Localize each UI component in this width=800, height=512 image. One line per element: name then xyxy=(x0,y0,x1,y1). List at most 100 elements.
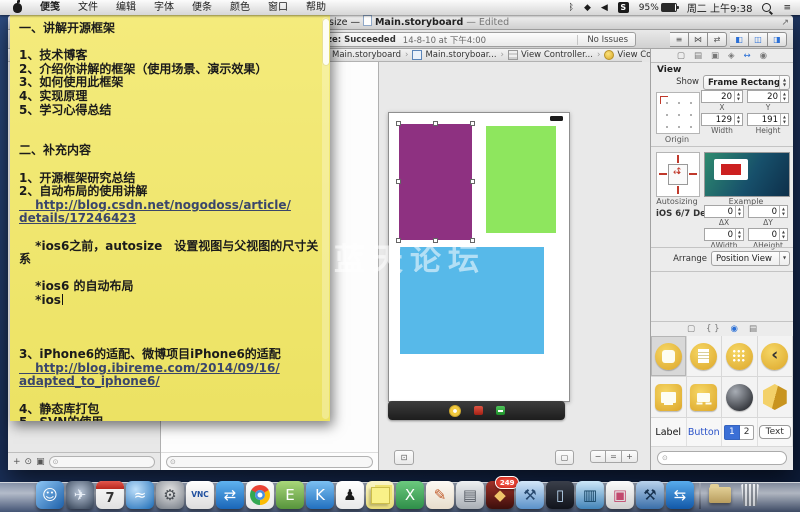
library-object[interactable] xyxy=(722,336,758,377)
inspector-tab[interactable]: ▣ xyxy=(711,51,719,61)
view-toggle-button[interactable]: ◧ xyxy=(730,32,749,47)
view-toggle-button[interactable]: ◨ xyxy=(768,32,787,47)
arrange-dropdown[interactable]: Position View ▼ xyxy=(711,251,790,266)
breadcrumb-item[interactable]: View Controller... xyxy=(508,50,604,60)
field-value[interactable]: 0 xyxy=(705,207,735,217)
selection-handle[interactable] xyxy=(396,179,401,184)
notification-center-icon[interactable]: ≡ xyxy=(778,3,796,13)
selection-handle[interactable] xyxy=(433,238,438,243)
fullscreen-icon[interactable]: ↗ xyxy=(781,16,789,30)
dock-app-icon[interactable]: ⇄ xyxy=(216,481,244,509)
interface-builder-canvas[interactable]: ⊡ ▢ − = + xyxy=(379,62,650,470)
library-object-textfield[interactable]: Text xyxy=(758,418,794,446)
library-object[interactable] xyxy=(651,336,687,377)
menu-item[interactable]: 便笺 xyxy=(31,0,69,15)
zoom-in-button[interactable]: + xyxy=(622,450,638,463)
add-button[interactable]: + xyxy=(13,457,21,467)
selection-handle[interactable] xyxy=(470,121,475,126)
inspector-tab[interactable]: ◉ xyxy=(760,51,767,61)
volume-icon[interactable]: ◀ xyxy=(596,3,613,13)
field-value[interactable]: 20 xyxy=(748,92,780,102)
library-object[interactable] xyxy=(687,377,723,418)
dock-app-icon[interactable] xyxy=(706,481,734,509)
stepper-icon[interactable] xyxy=(780,91,788,102)
dock-app-icon[interactable]: ⇆ xyxy=(666,481,694,509)
navigator-filter-field[interactable]: ⊙ xyxy=(49,456,155,468)
menu-clock[interactable]: 周二 上午9:38 xyxy=(682,0,758,15)
dock-app-icon[interactable]: ◆ 249 xyxy=(486,481,514,509)
library-tab[interactable]: ▢ xyxy=(687,324,695,334)
library-object-button[interactable]: Button xyxy=(687,418,723,446)
dock-app-icon[interactable]: ≈ xyxy=(126,481,154,509)
menu-item[interactable]: 帮助 xyxy=(297,0,335,15)
library-object[interactable] xyxy=(651,377,687,418)
selection-handle[interactable] xyxy=(396,238,401,243)
stickies-note[interactable]: 一、讲解开源框架1、技术博客2、介绍你讲解的框架（使用场景、演示效果）3、如何使… xyxy=(10,14,330,421)
breadcrumb-item[interactable]: Main.storyboard xyxy=(332,50,412,60)
library-tab[interactable]: ▤ xyxy=(749,324,757,334)
zoom-fit-button[interactable]: = xyxy=(606,450,622,463)
inspector-tab[interactable]: ▤ xyxy=(694,51,702,61)
scm-filter-icon[interactable]: ▣ xyxy=(36,457,45,467)
library-tab[interactable]: ◉ xyxy=(731,324,738,334)
editor-mode-button[interactable]: ≡ xyxy=(670,32,689,47)
zoom-out-button[interactable]: − xyxy=(590,450,606,463)
field-value[interactable]: 20 xyxy=(702,92,734,102)
resize-canvas-button[interactable]: ⊡ xyxy=(394,450,414,465)
dock-app-icon[interactable]: ⚒ xyxy=(516,481,544,509)
sticky-scrollbar-thumb[interactable] xyxy=(323,19,329,65)
spotlight-icon[interactable] xyxy=(757,3,778,12)
field-value[interactable]: 191 xyxy=(748,115,780,125)
sticky-scrollbar[interactable] xyxy=(322,17,329,419)
input-method-icon[interactable]: ◆ xyxy=(579,3,596,13)
library-object[interactable] xyxy=(687,336,723,377)
menu-item[interactable]: 字体 xyxy=(145,0,183,15)
dock-app-icon[interactable] xyxy=(246,481,274,509)
field-value[interactable]: 129 xyxy=(702,115,734,125)
library-tab[interactable]: { } xyxy=(706,324,720,334)
sticky-note-text[interactable]: 一、讲解开源框架1、技术博客2、介绍你讲解的框架（使用场景、演示效果）3、如何使… xyxy=(19,22,318,421)
autosizing-widget[interactable]: ↔↕ xyxy=(656,152,700,197)
library-object[interactable] xyxy=(758,336,794,377)
first-responder-icon[interactable] xyxy=(474,406,483,415)
dock-app-icon[interactable]: ✎ xyxy=(426,481,454,509)
battery-status[interactable]: 95% xyxy=(634,3,682,13)
apple-menu-icon[interactable] xyxy=(13,3,22,13)
selection-handle[interactable] xyxy=(470,238,475,243)
exit-segue-icon[interactable] xyxy=(496,406,505,415)
library-object[interactable] xyxy=(758,377,794,418)
inspector-tab[interactable]: ↔ xyxy=(744,51,751,61)
editor-mode-button[interactable]: ⋈ xyxy=(689,32,708,47)
dock-app-icon[interactable] xyxy=(366,481,394,509)
dock-app-icon[interactable] xyxy=(699,482,701,509)
show-dropdown[interactable]: Frame Rectangle ▲▼ xyxy=(703,75,790,90)
stepper-icon[interactable] xyxy=(734,91,742,102)
library-object-segmented-control[interactable]: 12 xyxy=(722,418,758,446)
dock-app-icon[interactable]: VNC xyxy=(186,481,214,509)
dock-app-icon[interactable]: ✈ xyxy=(66,481,94,509)
dock-app-icon[interactable]: E xyxy=(276,481,304,509)
blue-view[interactable] xyxy=(400,247,544,354)
stepper-icon[interactable] xyxy=(735,229,743,240)
green-view[interactable] xyxy=(486,126,556,233)
stepper-icon[interactable] xyxy=(735,206,743,217)
menu-item[interactable]: 便条 xyxy=(183,0,221,15)
dock-app-icon[interactable]: ♟ xyxy=(336,481,364,509)
dock-app-icon[interactable]: X xyxy=(396,481,424,509)
library-object[interactable] xyxy=(722,377,758,418)
inspector-tab[interactable]: ◈ xyxy=(728,51,735,61)
view-toggle-button[interactable]: ◫ xyxy=(749,32,768,47)
menu-item[interactable]: 窗口 xyxy=(259,0,297,15)
menu-item[interactable]: 颜色 xyxy=(221,0,259,15)
recent-filter-icon[interactable]: ⊙ xyxy=(25,457,33,467)
stepper-icon[interactable] xyxy=(779,229,787,240)
field-value[interactable]: 0 xyxy=(749,207,779,217)
menu-item[interactable]: 编辑 xyxy=(107,0,145,15)
selection-handle[interactable] xyxy=(396,121,401,126)
breadcrumb-item[interactable]: Main.storyboar... xyxy=(412,50,508,60)
view-controller-icon[interactable] xyxy=(449,405,461,417)
selection-handle[interactable] xyxy=(470,179,475,184)
editor-mode-button[interactable]: ⇄ xyxy=(708,32,727,47)
dock-app-icon[interactable] xyxy=(736,481,764,509)
purple-view-selected[interactable] xyxy=(399,124,472,240)
